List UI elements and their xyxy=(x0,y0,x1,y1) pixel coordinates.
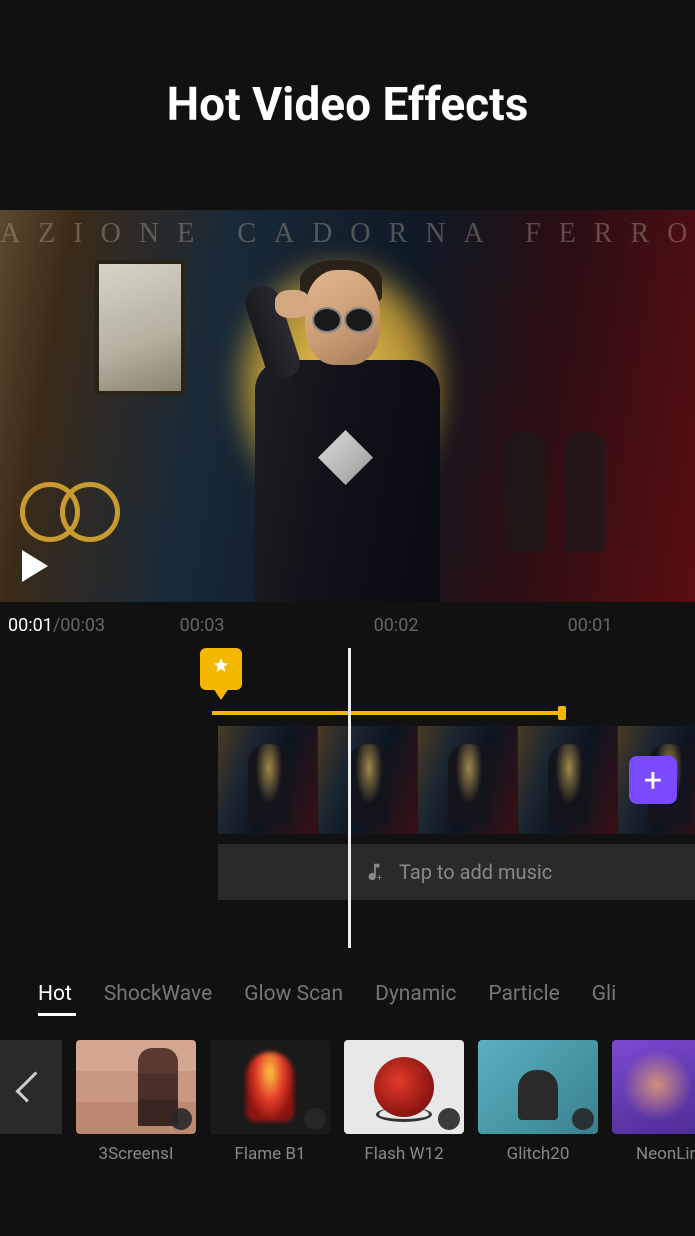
download-icon xyxy=(304,1108,326,1130)
download-icon xyxy=(170,1108,192,1130)
tab-dynamic[interactable]: Dynamic xyxy=(375,982,456,1006)
subject-person xyxy=(200,255,480,602)
total-time: /00:03 xyxy=(53,615,105,636)
effect-thumbnail xyxy=(612,1040,695,1134)
effect-item-flash[interactable]: Flash W12 xyxy=(344,1040,464,1164)
page-title: Hot Video Effects xyxy=(167,78,529,132)
effect-item-3screens[interactable]: 3ScreensI xyxy=(76,1040,196,1164)
clip-thumbnail[interactable] xyxy=(318,726,418,834)
back-button[interactable] xyxy=(0,1040,62,1134)
time-tick: 00:03 xyxy=(105,615,299,636)
download-icon xyxy=(438,1108,460,1130)
tab-hot[interactable]: Hot xyxy=(38,982,72,1006)
effects-list: 3ScreensI Flame B1 Flash W12 Glitch20 Ne… xyxy=(0,1018,695,1164)
timecode-ruler: 00:01/00:03 00:03 00:02 00:01 xyxy=(0,602,695,640)
effect-thumbnail xyxy=(76,1040,196,1134)
effect-item-neon[interactable]: NeonLine xyxy=(612,1040,695,1164)
background-person xyxy=(565,432,605,552)
time-tick: 00:02 xyxy=(299,615,493,636)
current-time: 00:01 xyxy=(8,615,53,636)
video-preview[interactable]: AZIONE CADORNA FERROVIE xyxy=(0,210,695,602)
tab-glitch[interactable]: Gli xyxy=(592,982,617,1006)
music-label: Tap to add music xyxy=(399,860,552,884)
music-note-icon: + xyxy=(363,861,385,883)
playhead[interactable] xyxy=(348,648,351,948)
add-music-button[interactable]: + Tap to add music xyxy=(218,844,695,900)
tab-particle[interactable]: Particle xyxy=(488,982,559,1006)
effect-marker[interactable] xyxy=(200,648,242,690)
svg-text:+: + xyxy=(377,874,382,883)
clip-thumbnail[interactable] xyxy=(518,726,618,834)
clip-thumbnail[interactable] xyxy=(418,726,518,834)
background-person xyxy=(505,432,545,552)
effect-thumbnail xyxy=(210,1040,330,1134)
effect-thumbnail xyxy=(478,1040,598,1134)
tab-glow-scan[interactable]: Glow Scan xyxy=(244,982,343,1006)
title-area: Hot Video Effects xyxy=(0,0,695,210)
plus-icon: + xyxy=(644,761,662,799)
effect-label: Flash W12 xyxy=(344,1144,464,1164)
time-tick: 00:01 xyxy=(493,615,687,636)
effect-label: Glitch20 xyxy=(478,1144,598,1164)
effect-range-end[interactable] xyxy=(558,706,566,720)
effect-item-glitch[interactable]: Glitch20 xyxy=(478,1040,598,1164)
magic-wand-icon xyxy=(209,656,233,680)
chevron-left-icon xyxy=(15,1071,46,1102)
effect-label: Flame B1 xyxy=(210,1144,330,1164)
clip-thumbnail[interactable] xyxy=(218,726,318,834)
effect-range-line[interactable] xyxy=(212,711,562,715)
tab-shockwave[interactable]: ShockWave xyxy=(104,982,212,1006)
play-icon[interactable] xyxy=(22,550,48,582)
download-icon xyxy=(572,1108,594,1130)
add-clip-button[interactable]: + xyxy=(629,756,677,804)
effect-label: NeonLine xyxy=(612,1144,695,1164)
effect-label: 3ScreensI xyxy=(76,1144,196,1164)
effect-category-tabs: Hot ShockWave Glow Scan Dynamic Particle… xyxy=(0,958,695,1018)
timeline[interactable]: + + Tap to add music xyxy=(0,648,695,958)
effect-thumbnail xyxy=(344,1040,464,1134)
video-clip-track[interactable] xyxy=(218,726,695,834)
background-bike xyxy=(20,472,120,542)
effect-item-flame[interactable]: Flame B1 xyxy=(210,1040,330,1164)
